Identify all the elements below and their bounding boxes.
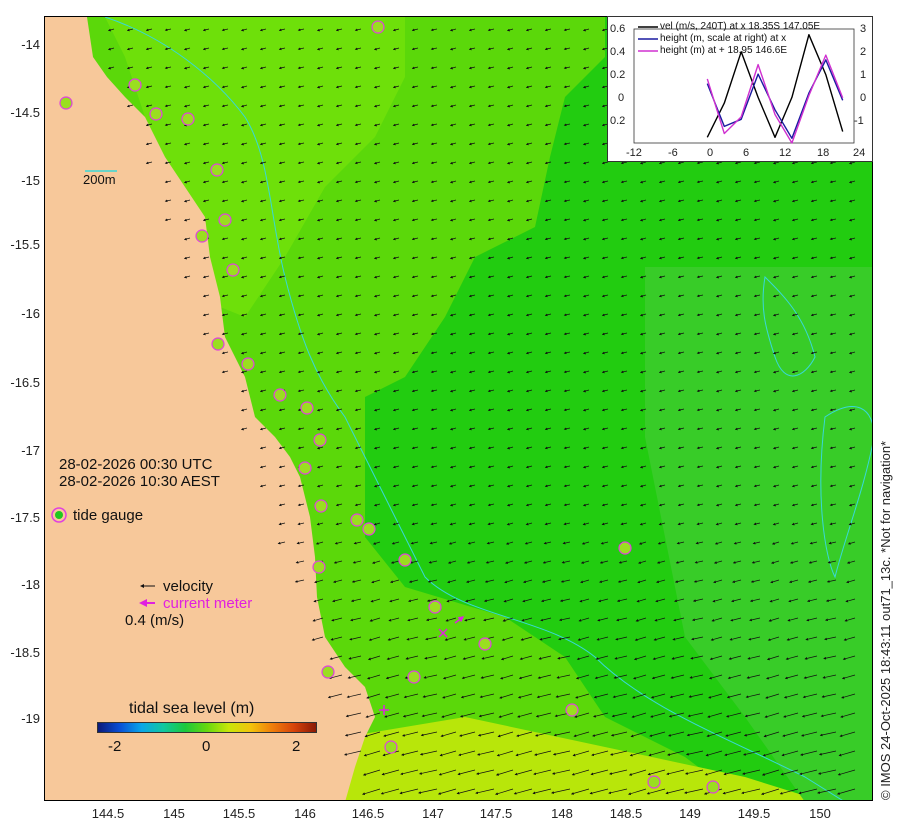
inset-right-tick: 0 (860, 92, 867, 104)
copyright-watermark: © IMOS 24-Oct-2025 18:43:11 out71_13c. *… (878, 440, 893, 800)
tide-gauge-marker (398, 553, 412, 567)
x-tick: 145.5 (222, 806, 256, 821)
inset-x-tick: 18 (817, 147, 830, 159)
colorbar-tick-neg2: -2 (108, 738, 122, 755)
tide-gauge-marker (618, 541, 632, 555)
tide-gauge-marker (647, 775, 661, 789)
tide-gauge-marker (298, 461, 312, 475)
tide-gauge-marker (59, 96, 73, 110)
y-tick: -14.5 (10, 105, 40, 120)
tide-gauge-marker (478, 637, 492, 651)
inset-x-tick: 24 (853, 147, 866, 159)
tide-gauge-marker (371, 20, 385, 34)
x-tick: 146.5 (351, 806, 385, 821)
inset-left-tick: 0.2 (610, 69, 626, 81)
tide-gauge-label: tide gauge (73, 507, 144, 524)
x-tick: 147.5 (479, 806, 513, 821)
tide-gauge-marker (407, 670, 421, 684)
tide-gauge-marker (321, 665, 335, 679)
x-tick: 149 (679, 806, 701, 821)
reference-speed: 0.4 (m/s) (125, 612, 185, 629)
velocity-label: velocity (163, 578, 214, 595)
tide-gauge-marker (241, 357, 255, 371)
tide-gauge-marker (128, 78, 142, 92)
tide-gauge-marker (181, 112, 195, 126)
y-tick: -18 (21, 577, 40, 592)
inset-left-tick: 0.2 (610, 115, 626, 127)
tide-gauge-marker (149, 107, 163, 121)
x-tick: 145 (163, 806, 185, 821)
y-tick: -16 (21, 306, 40, 321)
x-tick: 147 (422, 806, 444, 821)
inset-x-tick: 12 (779, 147, 792, 159)
inset-x-tick: -12 (626, 147, 642, 159)
tide-gauge-marker (210, 163, 224, 177)
time-series-inset: vel (m/s, 240T) at x 18.35S 147.05E heig… (607, 16, 873, 162)
tide-gauge-marker (273, 388, 287, 402)
inset-x-tick: 6 (743, 147, 750, 159)
y-tick: -15 (21, 173, 40, 188)
y-tick: -17.5 (10, 510, 40, 525)
x-tick: 148 (551, 806, 573, 821)
x-tick: 150 (809, 806, 831, 821)
x-tick: 149.5 (737, 806, 771, 821)
inset-left-tick: 0.6 (610, 23, 626, 35)
inset-left-tick: 0 (618, 92, 625, 104)
tide-gauge-marker (384, 740, 398, 754)
tide-gauge-marker (211, 337, 225, 351)
tide-gauge-marker (428, 600, 442, 614)
y-tick: -14 (21, 37, 40, 52)
y-tick: -19 (21, 711, 40, 726)
scale-label: 200m (83, 172, 116, 187)
y-tick: -18.5 (10, 645, 40, 660)
tide-gauge-marker (312, 560, 326, 574)
y-tick: -17 (21, 443, 40, 458)
x-tick: 148.5 (609, 806, 643, 821)
tide-gauge-marker (313, 433, 327, 447)
y-tick: -16.5 (10, 375, 40, 390)
tide-gauge-marker (706, 780, 720, 794)
tide-gauge-marker (195, 229, 209, 243)
inset-x-tick: -6 (668, 147, 678, 159)
current-meter-label: current meter (163, 595, 253, 612)
tide-gauge-marker (314, 499, 328, 513)
x-tick: 144.5 (91, 806, 125, 821)
tide-gauge-marker (218, 213, 232, 227)
legend-height-plus: height (m) at + 18.95 146.6E (660, 45, 788, 56)
tide-gauge-legend-dot (55, 511, 63, 519)
colorbar-title: tidal sea level (m) (129, 700, 255, 717)
tide-gauge-marker (565, 703, 579, 717)
colorbar-tick-0: 0 (202, 738, 211, 755)
inset-series-line (706, 59, 844, 140)
inset-right-tick: 3 (860, 23, 867, 35)
colorbar-tick-2: 2 (292, 738, 301, 755)
tide-gauge-marker (226, 263, 240, 277)
legend-height-x: height (m, scale at right) at x (660, 33, 787, 44)
tide-gauge-marker (300, 401, 314, 415)
tidal-colorbar (97, 722, 317, 733)
y-tick: -15.5 (10, 237, 40, 252)
legend-velocity: vel (m/s, 240T) at x 18.35S 147.05E (660, 21, 821, 32)
datetime-utc: 28-02-2026 00:30 UTC (59, 456, 213, 473)
tide-gauge-marker (350, 513, 364, 527)
tide-gauge-marker (362, 522, 376, 536)
inset-right-tick: -1 (854, 115, 864, 127)
datetime-aest: 28-02-2026 10:30 AEST (59, 473, 220, 490)
x-tick: 146 (294, 806, 316, 821)
inset-x-tick: 0 (707, 147, 714, 159)
inset-left-tick: 0.4 (610, 46, 626, 58)
inset-right-tick: 1 (860, 69, 867, 81)
inset-right-tick: 2 (860, 46, 867, 58)
